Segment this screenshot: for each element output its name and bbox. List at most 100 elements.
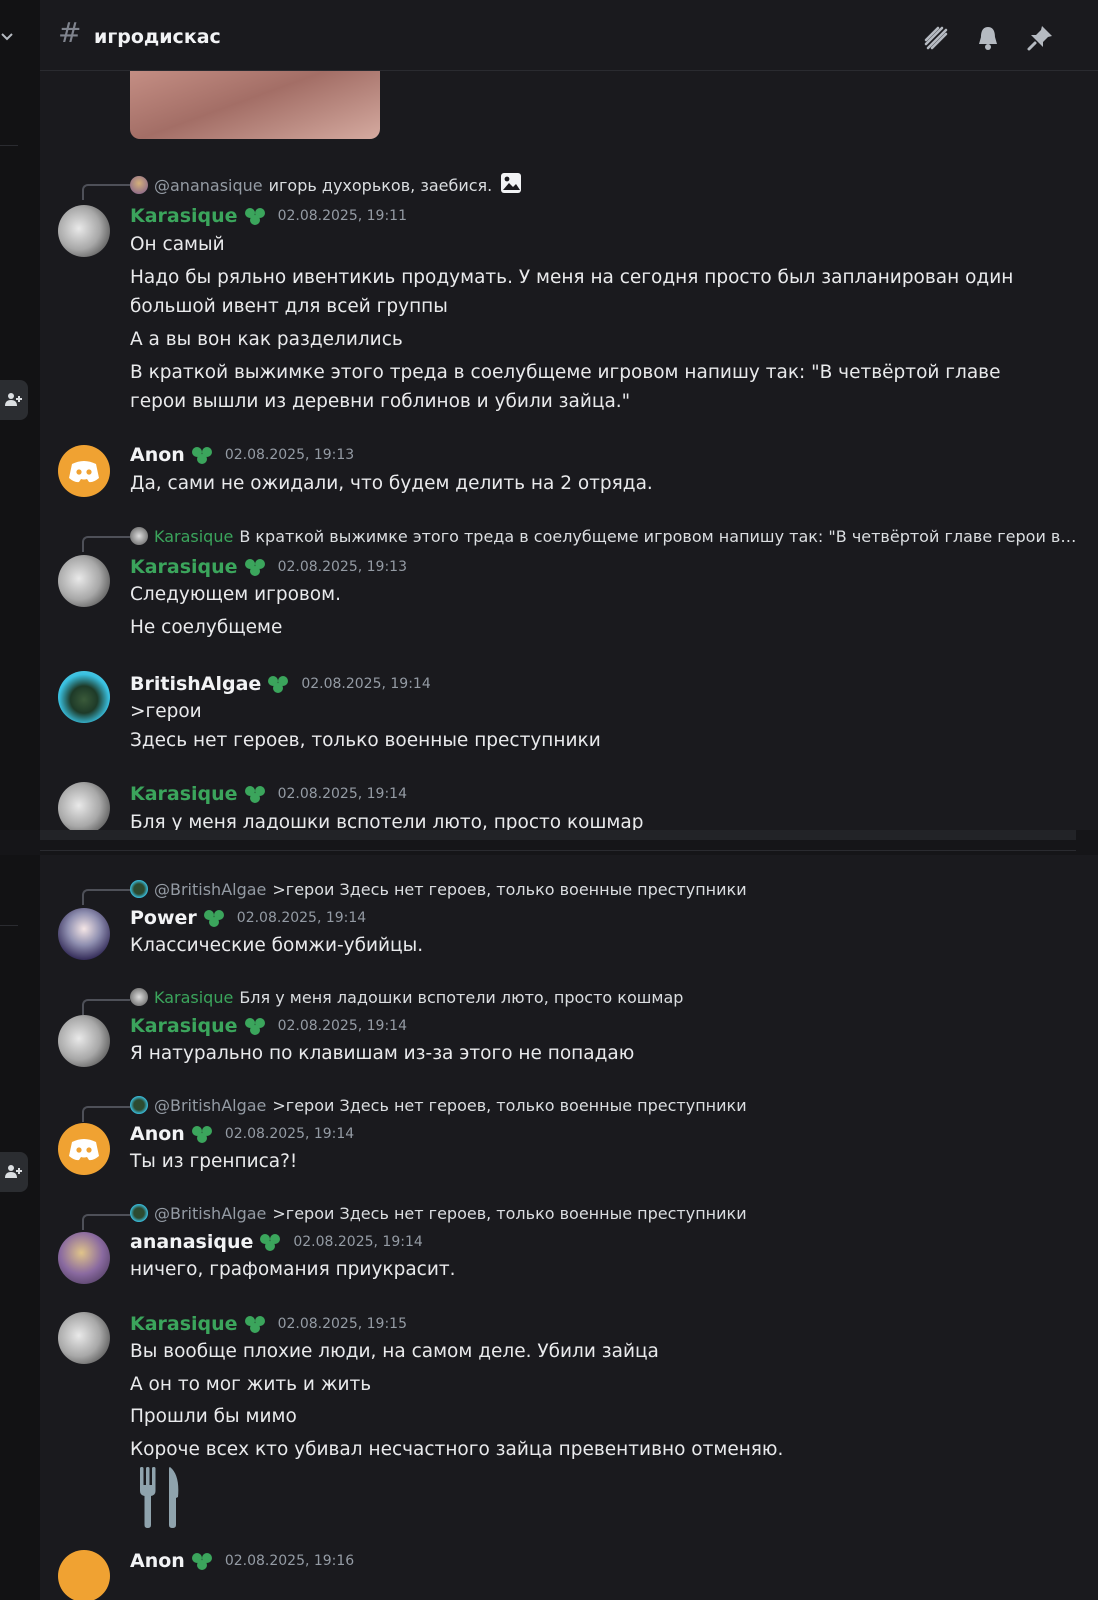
message-header: Power 02.08.2025, 19:14 <box>130 905 366 931</box>
reply-preview[interactable]: @BritishAlgae >герои Здесь нет героев, т… <box>130 1094 747 1116</box>
message-text: Прошли бы мимо <box>130 1406 297 1427</box>
timestamp: 02.08.2025, 19:14 <box>277 786 407 802</box>
message-text: Он самый <box>130 234 225 255</box>
avatar <box>130 1096 148 1114</box>
reply-mention[interactable]: Karasique <box>154 988 233 1007</box>
reply-mention[interactable]: @BritishAlgae <box>154 1096 266 1115</box>
message-text: ничего, графомания приукрасит. <box>130 1259 456 1280</box>
divider <box>0 145 18 146</box>
author-name[interactable]: Power <box>130 907 197 929</box>
reply-text: Бля у меня ладошки вспотели люто, просто… <box>239 987 684 1007</box>
reply-connector <box>82 1106 130 1122</box>
clan-badge-icon <box>260 1234 281 1251</box>
channel-hash-icon: # <box>58 16 82 49</box>
author-name[interactable]: Karasique <box>130 783 238 805</box>
reply-mention[interactable]: @BritishAlgae <box>154 880 266 899</box>
avatar[interactable] <box>58 1232 110 1284</box>
reply-preview[interactable]: @BritishAlgae >герои Здесь нет героев, т… <box>130 1202 747 1224</box>
message-text: Я натурально по клавишам из-за этого не … <box>130 1043 635 1064</box>
fork-knife-emoji <box>136 1465 184 1533</box>
author-name[interactable]: Anon <box>130 1123 185 1145</box>
clan-badge-icon <box>191 1553 212 1570</box>
discord-logo-icon <box>69 1139 99 1161</box>
author-name[interactable]: Anon <box>130 1550 185 1572</box>
message-text: А а вы вон как разделились <box>130 329 403 350</box>
author-name[interactable]: Karasique <box>130 1015 238 1037</box>
reply-connector <box>82 999 130 1015</box>
reply-text: >герои Здесь нет героев, только военные … <box>272 1203 747 1223</box>
screenshot-divider <box>0 830 1098 855</box>
avatar[interactable] <box>58 1312 110 1364</box>
left-strip <box>0 0 40 1600</box>
avatar <box>130 1204 148 1222</box>
reply-preview[interactable]: @ananasique игорь духорьков, заебися. <box>130 172 522 198</box>
chat-panel-bottom: @BritishAlgae >герои Здесь нет героев, т… <box>40 855 1098 1600</box>
channel-header: # игродискас <box>40 0 1098 71</box>
avatar <box>130 176 148 194</box>
author-name[interactable]: Karasique <box>130 205 238 227</box>
reply-text: >герои Здесь нет героев, только военные … <box>272 1095 747 1115</box>
reply-preview[interactable]: Karasique Бля у меня ладошки вспотели лю… <box>130 986 683 1008</box>
pin-icon[interactable] <box>1026 24 1054 52</box>
clan-badge-icon <box>244 208 265 225</box>
timestamp: 02.08.2025, 19:13 <box>277 559 407 575</box>
reply-mention[interactable]: Karasique <box>154 527 233 546</box>
add-friends-icon[interactable] <box>0 380 28 420</box>
threads-icon[interactable] <box>922 24 950 52</box>
reply-preview[interactable]: @BritishAlgae >герои Здесь нет героев, т… <box>130 878 747 900</box>
reply-mention[interactable]: @BritishAlgae <box>154 1204 266 1223</box>
author-name[interactable]: Karasique <box>130 1313 238 1335</box>
bell-icon[interactable] <box>974 24 1002 52</box>
message-header: Anon 02.08.2025, 19:14 <box>130 1121 354 1147</box>
avatar[interactable] <box>58 1123 110 1175</box>
reply-preview[interactable]: Karasique В краткой выжимке этого треда … <box>130 525 1079 547</box>
avatar[interactable] <box>58 1015 110 1067</box>
avatar <box>130 988 148 1006</box>
reply-connector <box>82 184 130 200</box>
clan-badge-icon <box>268 676 289 693</box>
avatar[interactable] <box>58 555 110 607</box>
message-header: Karasique 02.08.2025, 19:14 <box>130 781 407 807</box>
message-header: Karasique 02.08.2025, 19:14 <box>130 1013 407 1039</box>
avatar[interactable] <box>58 908 110 960</box>
timestamp: 02.08.2025, 19:16 <box>224 1553 355 1569</box>
timestamp: 02.08.2025, 19:14 <box>293 1234 423 1250</box>
author-name[interactable]: BritishAlgae <box>130 673 261 695</box>
clan-badge-icon <box>244 1316 265 1333</box>
message-header: Karasique 02.08.2025, 19:11 <box>130 203 407 229</box>
message-header: Karasique 02.08.2025, 19:13 <box>130 554 407 580</box>
timestamp: 02.08.2025, 19:14 <box>236 910 367 926</box>
author-name[interactable]: ananasique <box>130 1231 253 1253</box>
message-header: Anon 02.08.2025, 19:16 <box>130 1548 354 1574</box>
avatar <box>130 527 148 545</box>
reply-text: игорь духорьков, заебися. <box>268 175 493 195</box>
image-attachment[interactable] <box>130 71 380 139</box>
divider <box>0 925 18 926</box>
reply-mention[interactable]: @ananasique <box>154 176 263 195</box>
reply-text: >герои Здесь нет героев, только военные … <box>272 879 747 899</box>
avatar[interactable] <box>58 205 110 257</box>
author-name[interactable]: Karasique <box>130 556 238 578</box>
discord-logo-icon <box>69 461 99 483</box>
timestamp: 02.08.2025, 19:13 <box>224 447 355 463</box>
message-header: ananasique 02.08.2025, 19:14 <box>130 1229 423 1255</box>
timestamp: 02.08.2025, 19:14 <box>301 676 431 692</box>
timestamp: 02.08.2025, 19:15 <box>277 1316 407 1332</box>
avatar[interactable] <box>58 782 110 830</box>
message-header: Karasique 02.08.2025, 19:15 <box>130 1311 407 1337</box>
avatar[interactable] <box>58 671 110 723</box>
chevron-down-icon[interactable] <box>0 30 14 44</box>
add-friends-icon[interactable] <box>0 1152 28 1192</box>
avatar[interactable] <box>58 1550 110 1600</box>
message-text: В краткой выжимке этого треда в соелубще… <box>130 362 1001 412</box>
reply-connector <box>82 536 130 552</box>
image-icon <box>500 172 522 198</box>
message-text: Вы вообще плохие люди, на самом деле. Уб… <box>130 1341 659 1362</box>
message-text: Ты из гренписа?! <box>130 1151 298 1172</box>
message-text: Да, сами не ожидали, что будем делить на… <box>130 473 653 494</box>
author-name[interactable]: Anon <box>130 444 185 466</box>
clan-badge-icon <box>244 559 265 576</box>
avatar[interactable] <box>58 445 110 497</box>
message-text: >герои <box>130 701 202 722</box>
message-text: Классические бомжи-убийцы. <box>130 935 424 956</box>
